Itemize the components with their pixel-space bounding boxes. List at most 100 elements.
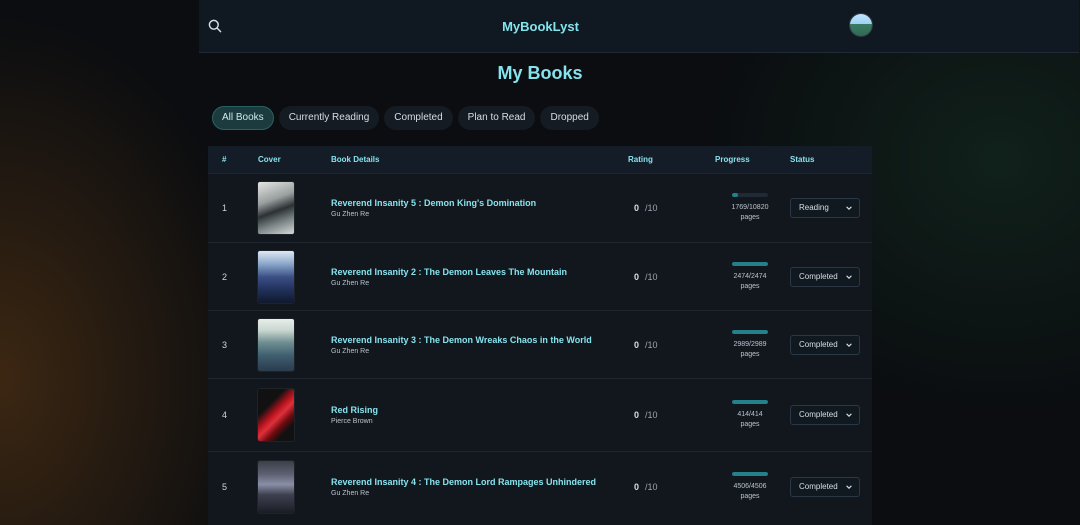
book-details: Reverend Insanity 3 : The Demon Wreaks C… (331, 311, 627, 379)
tab-currently-reading[interactable]: Currently Reading (278, 106, 380, 130)
status-cell: Completed (790, 452, 872, 523)
rating-cell: 0/10 (627, 243, 710, 311)
book-title[interactable]: Reverend Insanity 5 : Demon King's Domin… (331, 198, 627, 208)
chevron-down-icon (846, 342, 852, 347)
table-row: 3 Reverend Insanity 3 : The Demon Wreaks… (208, 310, 872, 379)
book-cover-image[interactable] (258, 250, 294, 303)
rating-value: 0 (634, 410, 640, 420)
book-title[interactable]: Reverend Insanity 3 : The Demon Wreaks C… (331, 335, 627, 345)
status-value: Completed (799, 339, 838, 349)
header-cover: Cover (258, 146, 331, 174)
book-cover-image[interactable] (258, 389, 294, 441)
book-author: Gu Zhen Re (331, 279, 370, 287)
header-index: # (208, 146, 258, 174)
book-cover-image[interactable] (258, 461, 294, 514)
rating-cell: 0/10 (627, 379, 710, 452)
progress-cell: 414/414 pages (710, 379, 790, 452)
progress-unit: pages (740, 282, 760, 290)
tab-plan-to-read[interactable]: Plan to Read (457, 106, 536, 130)
status-cell: Completed (790, 311, 872, 379)
progress-unit: pages (740, 350, 760, 358)
status-select[interactable]: Reading (790, 198, 860, 218)
table-row: 5 Reverend Insanity 4 : The Demon Lord R… (208, 451, 872, 523)
rating-max: /10 (645, 410, 658, 420)
progress-unit: pages (740, 493, 760, 501)
rating-max: /10 (645, 482, 658, 493)
progress-pages: 4506/4506 (733, 483, 767, 491)
status-cell: Completed (790, 243, 872, 311)
status-value: Completed (799, 271, 838, 281)
book-details: Red Rising Pierce Brown (331, 379, 627, 452)
progress-fill (732, 472, 768, 477)
status-select[interactable]: Completed (790, 334, 860, 355)
row-index: 1 (222, 203, 228, 213)
book-details: Reverend Insanity 4 : The Demon Lord Ram… (331, 452, 627, 523)
header-book-details: Book Details (331, 146, 627, 174)
progress-fill (732, 193, 738, 197)
book-author: Gu Zhen Re (331, 347, 370, 355)
tab-completed[interactable]: Completed (384, 106, 453, 130)
rating-value: 0 (634, 203, 640, 213)
progress-fill (732, 329, 768, 334)
book-cover-image[interactable] (258, 318, 294, 371)
row-index: 2 (222, 271, 228, 282)
chevron-down-icon (846, 274, 852, 279)
status-cell: Completed (790, 379, 872, 452)
table-header-row: # Cover Book Details Rating Progress Sta… (208, 146, 872, 174)
rating-cell: 0/10 (627, 452, 710, 523)
row-index: 4 (222, 410, 228, 420)
table-row: 2 Reverend Insanity 2 : The Demon Leaves… (208, 242, 872, 311)
rating-cell: 0/10 (627, 174, 710, 243)
rating-cell: 0/10 (627, 311, 710, 379)
status-value: Completed (799, 482, 838, 492)
header-progress: Progress (710, 146, 790, 174)
book-details: Reverend Insanity 5 : Demon King's Domin… (331, 174, 627, 243)
chevron-down-icon (846, 206, 852, 210)
brand-title[interactable]: MyBookLyst (2, 19, 1079, 34)
progress-cell: 2989/2989 pages (710, 311, 790, 379)
page-title: My Books (497, 63, 583, 83)
book-author: Gu Zhen Re (331, 490, 370, 498)
rating-value: 0 (634, 482, 640, 493)
progress-unit: pages (740, 214, 760, 221)
progress-bar (732, 472, 768, 477)
header-rating: Rating (627, 146, 710, 174)
table-row: 1 Reverend Insanity 5 : Demon King's Dom… (208, 173, 872, 243)
status-cell: Reading (790, 174, 872, 243)
rating-value: 0 (634, 339, 640, 350)
progress-fill (732, 261, 768, 266)
tab-dropped[interactable]: Dropped (540, 106, 599, 130)
status-value: Completed (799, 410, 838, 419)
progress-cell: 1769/10820 pages (710, 174, 790, 243)
book-title[interactable]: Reverend Insanity 4 : The Demon Lord Ram… (331, 477, 627, 487)
book-cover-image[interactable] (258, 182, 294, 234)
tab-all-books[interactable]: All Books (212, 106, 274, 130)
book-author: Pierce Brown (331, 418, 373, 425)
progress-bar (732, 400, 768, 404)
progress-cell: 4506/4506 pages (710, 452, 790, 523)
avatar[interactable] (850, 14, 872, 36)
progress-unit: pages (740, 421, 760, 428)
progress-fill (732, 400, 768, 404)
rating-max: /10 (645, 203, 658, 213)
book-details: Reverend Insanity 2 : The Demon Leaves T… (331, 243, 627, 311)
book-title[interactable]: Reverend Insanity 2 : The Demon Leaves T… (331, 267, 627, 277)
cover-cell (258, 379, 331, 452)
cover-cell (258, 174, 331, 243)
header-status: Status (790, 146, 872, 174)
progress-bar (732, 329, 768, 334)
cover-cell (258, 452, 331, 523)
cover-cell (258, 311, 331, 379)
status-value: Reading (799, 203, 829, 212)
status-select[interactable]: Completed (790, 266, 860, 287)
progress-pages: 1769/10820 (731, 204, 769, 211)
book-title[interactable]: Red Rising (331, 405, 627, 415)
status-select[interactable]: Completed (790, 477, 860, 498)
book-author: Gu Zhen Re (331, 211, 370, 218)
filter-tabs: All Books Currently Reading Completed Pl… (212, 106, 599, 130)
chevron-down-icon (846, 413, 852, 417)
progress-bar (732, 193, 768, 197)
status-select[interactable]: Completed (790, 405, 860, 425)
progress-pages: 2474/2474 (733, 272, 767, 280)
books-table: # Cover Book Details Rating Progress Sta… (208, 146, 872, 525)
